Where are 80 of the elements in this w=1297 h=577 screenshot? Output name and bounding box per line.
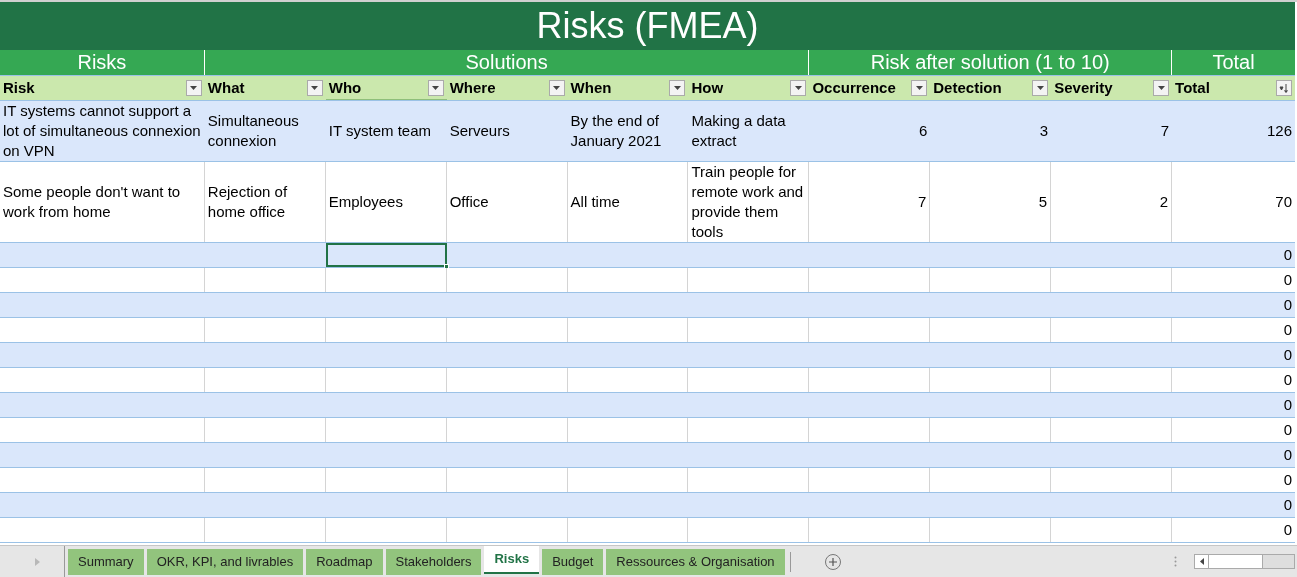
plus-icon (828, 557, 837, 566)
caret-icon (1157, 86, 1165, 90)
table-cell-text: Some people don't want to work from home (3, 182, 182, 222)
table-cell: Serveurs (449, 121, 510, 141)
table-cell-text: Simultaneous connexion (207, 111, 300, 151)
table-cell-text: Making a data extract (691, 111, 787, 151)
table-cell: IT systems cannot support a lot of simultaneous connexion on VPN (3, 101, 202, 161)
selected-cell[interactable] (325, 243, 447, 267)
caret-icon (553, 86, 561, 90)
column-header[interactable]: Where (446, 76, 568, 100)
table-cell-text: 0 (1283, 469, 1292, 490)
column-header[interactable]: How (688, 76, 810, 100)
column-header[interactable]: When (567, 76, 689, 100)
column-header[interactable]: Risk (0, 76, 205, 100)
sheet-tab[interactable]: Risks (484, 546, 540, 574)
filter-dropdown-button[interactable] (1153, 80, 1170, 96)
column-header[interactable]: Occurrence (809, 76, 931, 100)
caret-icon (432, 86, 440, 90)
filter-dropdown-button[interactable] (427, 80, 444, 96)
sheet-tab[interactable]: Budget (542, 549, 604, 575)
table-cell-text: Rejection of home office (207, 182, 289, 222)
table-cell: 70 (1275, 192, 1292, 212)
column-header[interactable]: Detection (930, 76, 1052, 100)
filter-dropdown-button[interactable] (669, 80, 686, 96)
table-cell: 5 (1038, 192, 1048, 212)
table-cell-text: 0 (1283, 419, 1292, 440)
scroll-left-arrow-icon[interactable] (1199, 558, 1204, 565)
group-header: Risk after solution (1 to 10) (809, 50, 1173, 75)
table-cell: All time (570, 192, 620, 212)
filter-dropdown-button[interactable] (306, 80, 323, 96)
table-cell: IT system team (328, 121, 431, 141)
filter-dropdown-button[interactable] (790, 80, 807, 96)
caret-icon (794, 86, 802, 90)
sheet-tab[interactable]: Ressources & Organisation (606, 549, 785, 575)
filter-dropdown-button[interactable] (548, 80, 565, 96)
sheet-tab[interactable]: Roadmap (306, 549, 383, 575)
caret-icon (311, 86, 319, 90)
caret-icon (190, 86, 198, 90)
table-cell: 7 (1160, 121, 1170, 141)
caret-icon (915, 86, 923, 90)
table-cell-text: 0 (1283, 344, 1292, 365)
table-cell-text: 0 (1283, 319, 1292, 340)
group-header: Total (1211, 50, 1256, 75)
fill-handle[interactable] (443, 264, 449, 269)
caret-icon (673, 86, 681, 90)
table-cell: 2 (1159, 192, 1169, 212)
table-cell: 6 (918, 121, 928, 141)
table-cell-text: 0 (1283, 269, 1292, 290)
table-cell-text: 0 (1283, 394, 1292, 415)
scrollbar-thumb[interactable] (1209, 555, 1263, 568)
column-header[interactable]: Severity (1051, 76, 1173, 100)
table-cell-text: 0 (1283, 494, 1292, 515)
caret-icon (1036, 86, 1044, 90)
sort-filter-button[interactable] (1276, 80, 1292, 96)
column-header[interactable]: Total (1172, 76, 1295, 100)
column-header[interactable]: What (204, 76, 326, 100)
table-cell-text: 0 (1283, 244, 1292, 265)
filter-dropdown-button[interactable] (1032, 80, 1049, 96)
group-header: Risks (0, 50, 205, 75)
table-cell: 126 (1266, 121, 1292, 141)
filter-dropdown-button[interactable] (911, 80, 928, 96)
sheet-title: Risks (FMEA) (0, 2, 1295, 50)
sort-descending-icon (1279, 83, 1289, 93)
table-cell: 3 (1039, 121, 1049, 141)
horizontal-scrollbar[interactable] (1194, 554, 1295, 569)
table-cell-text: By the end of January 2021 (570, 111, 663, 151)
group-header: Solutions (204, 50, 810, 75)
sheet-tab[interactable]: Stakeholders (385, 549, 482, 575)
table-cell: 7 (917, 192, 927, 212)
table-cell-text: 0 (1283, 519, 1292, 540)
sheet-tab[interactable]: Summary (68, 549, 144, 575)
table-cell: Office (449, 192, 489, 212)
table-cell: Employees (328, 192, 403, 212)
sheet-tab[interactable]: OKR, KPI, and livrables (146, 549, 304, 575)
filter-dropdown-button[interactable] (185, 80, 202, 96)
table-cell-text: 0 (1283, 369, 1292, 390)
table-cell-text: Train people for remote work and provide them tools (691, 162, 805, 242)
column-header[interactable]: Who (325, 76, 447, 100)
table-cell-text: 0 (1283, 444, 1292, 465)
table-cell-text: 0 (1283, 294, 1292, 315)
